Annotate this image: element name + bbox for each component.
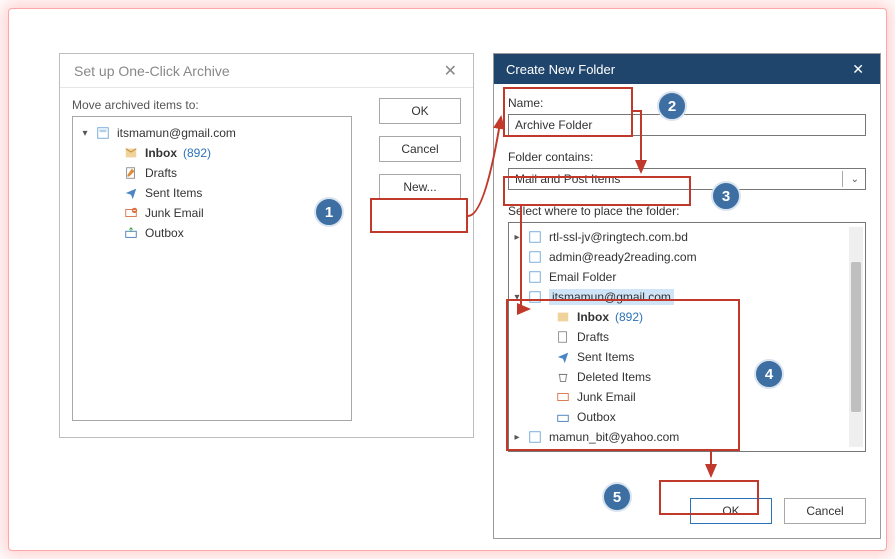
data-store-icon xyxy=(527,430,543,444)
data-store-icon xyxy=(527,290,543,304)
tree-item-sent[interactable]: Sent Items xyxy=(107,183,345,203)
sent-icon xyxy=(555,350,571,364)
folder-contains-select[interactable]: Mail and Post Items ⌄ xyxy=(508,168,866,190)
tree-item-junk[interactable]: Junk Email xyxy=(107,203,345,223)
chevron-down-icon[interactable]: ▾ xyxy=(79,128,91,139)
move-archived-label: Move archived items to: xyxy=(72,98,369,112)
tree-item-label: Junk Email xyxy=(145,206,204,220)
trash-icon xyxy=(555,370,571,384)
close-icon[interactable]: ✕ xyxy=(846,59,870,80)
step-badge-5: 5 xyxy=(602,482,632,512)
tree-item-drafts[interactable]: Drafts xyxy=(107,163,345,183)
tree-item-label: Drafts xyxy=(577,330,609,344)
tree-account-label: mamun_bit@yahoo.com xyxy=(549,430,679,444)
tree-item-label: Sent Items xyxy=(145,186,202,200)
step-badge-3: 3 xyxy=(711,181,741,211)
data-store-icon xyxy=(527,270,543,284)
tree-account-label: rtl-ssl-jv@ringtech.com.bd xyxy=(549,230,688,244)
step-badge-2: 2 xyxy=(657,91,687,121)
ok-button[interactable]: OK xyxy=(379,98,461,124)
place-label: Select where to place the folder: xyxy=(508,204,866,218)
archive-folder-tree[interactable]: ▾ itsmamun@gmail.com Inbox (892) xyxy=(72,116,352,421)
step-badge-4: 4 xyxy=(754,359,784,389)
inbox-count: (892) xyxy=(615,310,643,324)
inbox-icon xyxy=(123,146,139,160)
close-icon[interactable]: ✕ xyxy=(438,59,463,83)
chevron-right-icon[interactable]: ▸ xyxy=(511,432,523,443)
tree-item-label: Inbox xyxy=(145,146,177,160)
tree-item-label: Drafts xyxy=(145,166,177,180)
data-store-icon xyxy=(527,230,543,244)
inbox-count: (892) xyxy=(183,146,211,160)
archive-setup-titlebar: Set up One-Click Archive ✕ xyxy=(60,54,473,88)
outbox-icon xyxy=(123,226,139,240)
tree-item-label: Outbox xyxy=(145,226,184,240)
tree-item-label: Sent Items xyxy=(577,350,634,364)
tree-account[interactable]: Email Folder xyxy=(511,267,849,287)
name-label: Name: xyxy=(508,96,866,110)
drafts-icon xyxy=(123,166,139,180)
data-store-icon xyxy=(527,250,543,264)
contains-label: Folder contains: xyxy=(508,150,866,164)
tree-account-selected[interactable]: ▾ itsmamun@gmail.com xyxy=(511,287,849,307)
tree-item-inbox[interactable]: Inbox (892) xyxy=(539,307,849,327)
inbox-icon xyxy=(555,310,571,324)
create-folder-title: Create New Folder xyxy=(506,62,615,77)
tree-item-sent[interactable]: Sent Items xyxy=(539,347,849,367)
tree-account-label: Email Folder xyxy=(549,270,616,284)
create-folder-dialog: Create New Folder ✕ Name: Folder contain… xyxy=(493,53,881,539)
tree-account[interactable]: ▸ mamun_bit@yahoo.com xyxy=(511,427,849,447)
chevron-down-icon[interactable]: ⌄ xyxy=(842,171,859,187)
tree-account-label: admin@ready2reading.com xyxy=(549,250,697,264)
new-folder-button[interactable]: New... xyxy=(379,174,461,200)
outbox-icon xyxy=(555,410,571,424)
tree-account[interactable]: ▸ rtl-ssl-jv@ringtech.com.bd xyxy=(511,227,849,247)
archive-setup-dialog: Set up One-Click Archive ✕ Move archived… xyxy=(59,53,474,438)
tree-item-label: Deleted Items xyxy=(577,370,651,384)
tree-item-deleted[interactable]: Deleted Items xyxy=(539,367,849,387)
tree-account-label: itsmamun@gmail.com xyxy=(117,126,236,140)
step-badge-1: 1 xyxy=(314,197,344,227)
tree-item-label: Outbox xyxy=(577,410,616,424)
archive-setup-title: Set up One-Click Archive xyxy=(74,63,230,79)
tree-account-root[interactable]: ▾ itsmamun@gmail.com xyxy=(79,123,345,143)
scroll-thumb[interactable] xyxy=(851,262,861,412)
tree-item-junk[interactable]: Junk Email xyxy=(539,387,849,407)
chevron-down-icon[interactable]: ▾ xyxy=(511,292,523,303)
tree-item-drafts[interactable]: Drafts xyxy=(539,327,849,347)
folder-name-input[interactable] xyxy=(508,114,866,136)
junk-icon xyxy=(123,206,139,220)
tree-item-inbox[interactable]: Inbox (892) xyxy=(107,143,345,163)
create-folder-titlebar: Create New Folder ✕ xyxy=(494,54,880,84)
folder-contains-value: Mail and Post Items xyxy=(515,172,620,186)
scrollbar[interactable] xyxy=(849,227,863,447)
tree-item-outbox[interactable]: Outbox xyxy=(107,223,345,243)
tree-item-label: Inbox xyxy=(577,310,609,324)
tree-item-outbox[interactable]: Outbox xyxy=(539,407,849,427)
data-store-icon xyxy=(95,126,111,140)
chevron-right-icon[interactable]: ▸ xyxy=(511,232,523,243)
tree-item-label: Junk Email xyxy=(577,390,636,404)
tree-account-label: itsmamun@gmail.com xyxy=(549,289,674,305)
tree-account[interactable]: admin@ready2reading.com xyxy=(511,247,849,267)
ok-button[interactable]: OK xyxy=(690,498,772,524)
cancel-button[interactable]: Cancel xyxy=(379,136,461,162)
place-folder-tree[interactable]: ▸ rtl-ssl-jv@ringtech.com.bd admin@ready… xyxy=(508,222,866,452)
junk-icon xyxy=(555,390,571,404)
drafts-icon xyxy=(555,330,571,344)
sent-icon xyxy=(123,186,139,200)
cancel-button[interactable]: Cancel xyxy=(784,498,866,524)
